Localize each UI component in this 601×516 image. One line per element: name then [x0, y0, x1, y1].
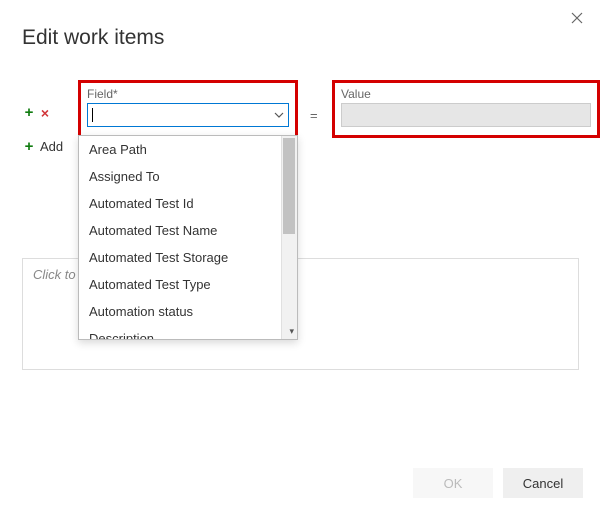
edit-work-items-dialog: Edit work items + × Field* = Value + Add — [0, 0, 601, 516]
dropdown-item[interactable]: Automated Test Name — [79, 217, 297, 244]
dropdown-scrollbar[interactable]: ▾ — [281, 136, 297, 339]
dropdown-item[interactable]: Automated Test Storage — [79, 244, 297, 271]
row-actions: + × — [22, 104, 52, 121]
plus-icon[interactable]: + — [22, 104, 36, 121]
equals-operator: = — [310, 108, 318, 123]
dropdown-item[interactable]: Automated Test Type — [79, 271, 297, 298]
dialog-title: Edit work items — [22, 26, 579, 50]
add-new-clause[interactable]: + Add — [22, 138, 63, 155]
dropdown-item[interactable]: Description — [79, 325, 297, 340]
value-highlight: Value — [332, 80, 600, 138]
field-dropdown: Area Path Assigned To Automated Test Id … — [78, 135, 298, 340]
field-highlight: Field* — [78, 80, 298, 138]
dropdown-item[interactable]: Automation status — [79, 298, 297, 325]
ok-button[interactable]: OK — [413, 468, 493, 498]
field-combobox[interactable] — [87, 103, 289, 127]
dropdown-item[interactable]: Assigned To — [79, 163, 297, 190]
chevron-down-icon[interactable] — [274, 109, 284, 121]
add-link-label: Add — [40, 139, 63, 154]
dropdown-item[interactable]: Area Path — [79, 136, 297, 163]
dropdown-item[interactable]: Automated Test Id — [79, 190, 297, 217]
text-cursor — [92, 108, 93, 122]
value-label: Value — [341, 87, 591, 101]
scroll-down-arrow[interactable]: ▾ — [289, 326, 294, 337]
remove-icon[interactable]: × — [38, 105, 52, 121]
notes-placeholder: Click to — [33, 267, 76, 282]
value-input[interactable] — [341, 103, 591, 127]
close-icon[interactable] — [567, 8, 587, 28]
dialog-footer: OK Cancel — [413, 468, 583, 498]
rule-row: + × Field* = Value + Add Area Path Assig… — [22, 80, 579, 140]
plus-icon: + — [22, 138, 36, 155]
cancel-button[interactable]: Cancel — [503, 468, 583, 498]
scrollbar-thumb[interactable] — [283, 138, 295, 234]
field-label: Field* — [87, 87, 289, 101]
